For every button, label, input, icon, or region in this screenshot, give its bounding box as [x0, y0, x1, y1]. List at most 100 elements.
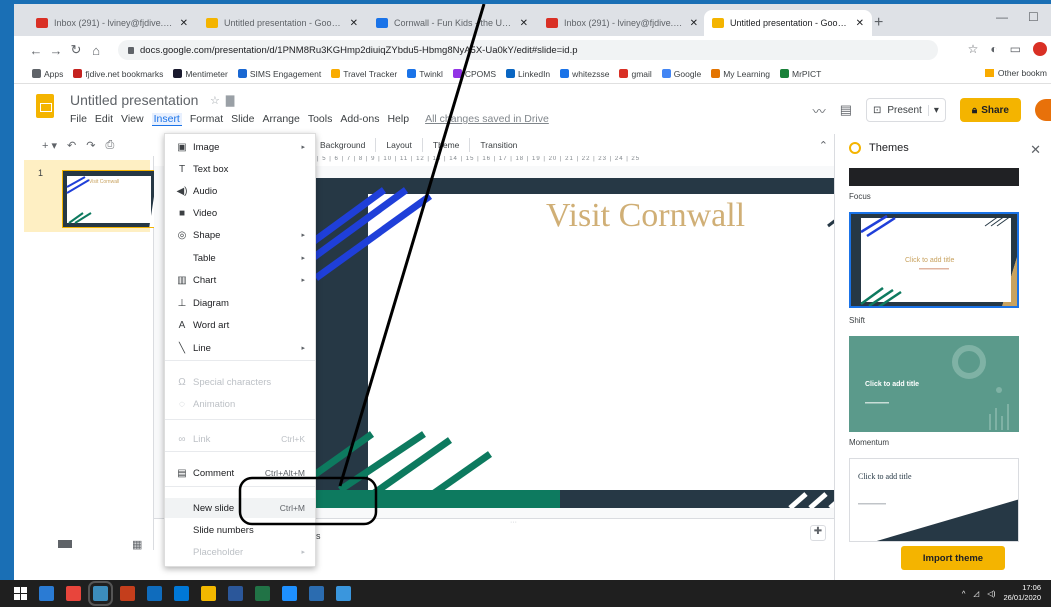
bookmark-0[interactable]: Apps — [32, 69, 63, 79]
volume-icon[interactable]: ◁) — [987, 589, 995, 598]
slide-title[interactable]: Visit Cornwall — [546, 197, 745, 234]
cast-icon[interactable]: ▭ — [1010, 42, 1021, 56]
bookmark-6[interactable]: CPOMS — [452, 69, 496, 79]
document-title[interactable]: Untitled presentation — [70, 92, 198, 108]
bookmark-1[interactable]: fjdive.net bookmarks — [73, 69, 163, 79]
menu-item-diagram[interactable]: ⊥ Diagram — [165, 293, 315, 313]
profile-avatar[interactable] — [1033, 42, 1047, 56]
bookmark-12[interactable]: MrPICT — [780, 69, 821, 79]
close-tab-icon[interactable]: ✕ — [350, 18, 358, 29]
star-icon[interactable]: ☆ — [968, 42, 979, 56]
url-input[interactable]: docs.google.com/presentation/d/1PNM8Ru3K… — [118, 40, 938, 60]
comments-icon[interactable]: ▤ — [840, 102, 852, 118]
taskbar-app-icon[interactable] — [309, 586, 324, 601]
maximize-icon[interactable]: ☐ — [1028, 10, 1039, 24]
reload-icon[interactable]: ↻ — [66, 42, 86, 58]
back-arrow-icon[interactable]: ← — [26, 43, 46, 58]
taskbar-app-icon[interactable] — [88, 581, 113, 606]
menu-item-word-art[interactable]: A Word art — [165, 315, 315, 335]
taskbar-app-icon[interactable] — [228, 586, 243, 601]
chevron-down-icon[interactable]: ▾ — [927, 104, 939, 116]
clock[interactable]: 17:06 26/01/2020 — [1003, 583, 1041, 603]
menu-help[interactable]: Help — [387, 113, 409, 126]
close-tab-icon[interactable]: ✕ — [520, 18, 528, 29]
minimize-icon[interactable]: — — [996, 10, 1008, 24]
menu-item-table[interactable]: Table ▸ — [165, 248, 315, 268]
menu-insert[interactable]: Insert — [151, 113, 182, 126]
other-bookmarks[interactable]: Other bookm — [984, 68, 1047, 78]
menu-item-shape[interactable]: ◎ Shape ▸ — [165, 225, 315, 245]
slide-thumbnail[interactable]: Visit Cornwall — [62, 170, 156, 228]
taskbar-app-icon[interactable] — [66, 586, 81, 601]
taskbar-app-icon[interactable] — [147, 586, 162, 601]
taskbar-app-icon[interactable] — [282, 586, 297, 601]
windows-start-icon[interactable] — [14, 587, 27, 600]
close-tab-icon[interactable]: ✕ — [856, 18, 864, 29]
collapse-toolbar-icon[interactable]: ⌃ — [819, 139, 828, 152]
background-button[interactable]: Background — [320, 140, 365, 150]
slide-thumbnail-selected[interactable]: 1 Visit Cornwall — [24, 160, 156, 232]
grid-view-icon[interactable] — [58, 540, 72, 548]
close-icon[interactable]: ✕ — [1030, 142, 1041, 158]
menu-item-link[interactable]: ∞ Link Ctrl+K — [165, 429, 315, 449]
theme-card[interactable]: Click to add title — [849, 336, 1019, 432]
close-tab-icon[interactable]: ✕ — [690, 18, 698, 29]
menu-file[interactable]: File — [70, 113, 87, 126]
bookmark-11[interactable]: My Learning — [711, 69, 770, 79]
forward-arrow-icon[interactable]: → — [46, 43, 66, 58]
close-tab-icon[interactable]: ✕ — [180, 18, 188, 29]
share-button[interactable]: 🔒︎ Share — [959, 98, 1021, 122]
bookmark-9[interactable]: gmail — [619, 69, 652, 79]
menu-item-slide-numbers[interactable]: Slide numbers — [165, 520, 315, 540]
theme-button[interactable]: Theme — [433, 140, 459, 150]
taskbar-app-icon[interactable] — [336, 586, 351, 601]
bookmark-3[interactable]: SIMS Engagement — [237, 69, 321, 79]
menu-tools[interactable]: Tools — [308, 113, 333, 126]
taskbar-app-icon[interactable] — [120, 586, 135, 601]
browser-tab[interactable]: Cornwall - Fun Kids - the UK's ch ✕ — [368, 10, 536, 36]
menu-slide[interactable]: Slide — [231, 113, 254, 126]
bookmark-2[interactable]: Mentimeter — [173, 69, 228, 79]
avatar[interactable] — [1035, 99, 1051, 121]
layout-button[interactable]: Layout — [386, 140, 412, 150]
undo-icon[interactable]: ↶ — [67, 139, 76, 152]
tray-chevron-icon[interactable]: ^ — [962, 589, 966, 598]
network-icon[interactable]: ◿ — [973, 589, 979, 598]
menu-item-chart[interactable]: ▥ Chart ▸ — [165, 270, 315, 290]
browser-tab-active[interactable]: Untitled presentation - Google S ✕ — [704, 10, 872, 36]
menu-item-line[interactable]: ╲ Line ▸ — [165, 338, 315, 358]
theme-card-selected[interactable]: Click to add title — [849, 212, 1019, 308]
extension-icon[interactable]: ◐ — [990, 42, 997, 56]
star-icon[interactable]: ☆ — [210, 94, 220, 107]
theme-card[interactable]: Click to add title — [849, 458, 1019, 542]
import-theme-button[interactable]: Import theme — [901, 546, 1005, 570]
menu-item-placeholder[interactable]: Placeholder ▸ — [165, 542, 315, 562]
menu-format[interactable]: Format — [190, 113, 223, 126]
filmstrip-view-icon[interactable]: ▦ — [132, 538, 142, 551]
menu-addons[interactable]: Add-ons — [340, 113, 379, 126]
browser-tab[interactable]: Inbox (291) - lviney@fjdive.net ✕ — [28, 10, 196, 36]
menu-item-comment[interactable]: ▤ Comment Ctrl+Alt+M — [165, 463, 315, 483]
menu-view[interactable]: View — [121, 113, 144, 126]
bookmark-4[interactable]: Travel Tracker — [331, 69, 397, 79]
menu-item-new-slide[interactable]: New slide Ctrl+M — [165, 498, 315, 518]
bookmark-8[interactable]: whitezsse — [560, 69, 609, 79]
slides-logo-icon[interactable] — [36, 94, 54, 118]
present-button[interactable]: ⊡ Present ▾ — [865, 98, 946, 122]
bookmark-5[interactable]: Twinkl — [407, 69, 443, 79]
taskbar-app-icon[interactable] — [255, 586, 270, 601]
folder-icon[interactable]: ▇ — [226, 94, 234, 107]
menu-item-audio[interactable]: ◀) Audio — [165, 181, 315, 201]
new-slide-plus-icon[interactable]: + ▾ — [42, 139, 57, 152]
menu-item-video[interactable]: ■ Video — [165, 203, 315, 223]
menu-edit[interactable]: Edit — [95, 113, 113, 126]
menu-item-text-box[interactable]: T Text box — [165, 159, 315, 179]
new-tab-icon[interactable]: + — [874, 14, 883, 32]
browser-tab[interactable]: Inbox (291) - lviney@fjdive.net ✕ — [538, 10, 706, 36]
taskbar-app-icon[interactable] — [201, 586, 216, 601]
activity-icon[interactable]: 〰 — [813, 101, 826, 120]
menu-item-animation[interactable]: ◌ Animation — [165, 394, 315, 414]
taskbar-app-icon[interactable] — [174, 586, 189, 601]
save-status-link[interactable]: All changes saved in Drive — [425, 113, 549, 126]
menu-arrange[interactable]: Arrange — [262, 113, 299, 126]
